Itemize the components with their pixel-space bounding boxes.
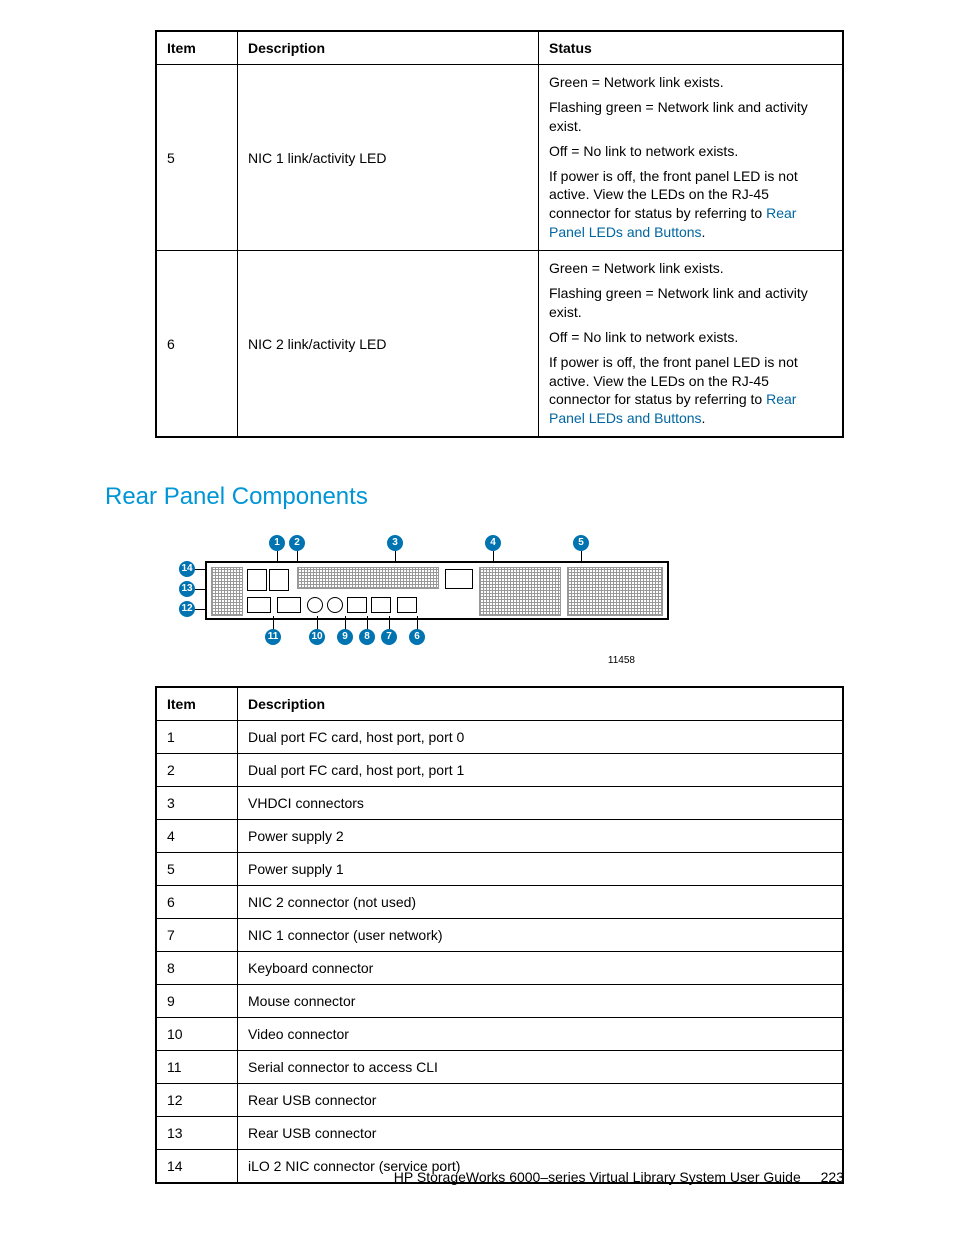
table2-header-description: Description bbox=[238, 687, 844, 721]
cell-description: NIC 2 connector (not used) bbox=[238, 886, 844, 919]
callout-11-icon: 11 bbox=[265, 629, 281, 645]
table-row: 12Rear USB connector bbox=[156, 1084, 843, 1117]
cell-description: Keyboard connector bbox=[238, 952, 844, 985]
table-row: 2Dual port FC card, host port, port 1 bbox=[156, 754, 843, 787]
cell-item: 7 bbox=[156, 919, 238, 952]
cell-item: 12 bbox=[156, 1084, 238, 1117]
cell-item: 5 bbox=[156, 853, 238, 886]
page-footer: HP StorageWorks 6000–series Virtual Libr… bbox=[394, 1169, 844, 1185]
rear-panel-components-table: Item Description 1Dual port FC card, hos… bbox=[155, 686, 844, 1184]
table-row: 4Power supply 2 bbox=[156, 820, 843, 853]
callout-6-icon: 6 bbox=[409, 629, 425, 645]
footer-title: HP StorageWorks 6000–series Virtual Libr… bbox=[394, 1169, 801, 1185]
cell-description: Mouse connector bbox=[238, 985, 844, 1018]
table-row: 8Keyboard connector bbox=[156, 952, 843, 985]
status-line: If power is off, the front panel LED is … bbox=[549, 167, 832, 243]
table2-header-item: Item bbox=[156, 687, 238, 721]
table1-header-status: Status bbox=[539, 31, 844, 65]
cell-item: 3 bbox=[156, 787, 238, 820]
cell-description: Dual port FC card, host port, port 1 bbox=[238, 754, 844, 787]
cell-description: VHDCI connectors bbox=[238, 787, 844, 820]
callout-4-icon: 4 bbox=[485, 535, 501, 551]
cell-description: Power supply 1 bbox=[238, 853, 844, 886]
diagram-id: 11458 bbox=[175, 655, 635, 666]
cell-item: 6 bbox=[156, 251, 238, 438]
cell-item: 10 bbox=[156, 1018, 238, 1051]
status-line: If power is off, the front panel LED is … bbox=[549, 353, 832, 429]
table1-header-item: Item bbox=[156, 31, 238, 65]
table-row: 6NIC 2 connector (not used) bbox=[156, 886, 843, 919]
callout-3-icon: 3 bbox=[387, 535, 403, 551]
status-line: Off = No link to network exists. bbox=[549, 142, 832, 161]
page-number: 223 bbox=[821, 1169, 844, 1185]
table-row: 5Power supply 1 bbox=[156, 853, 843, 886]
status-line: Flashing green = Network link and activi… bbox=[549, 284, 832, 322]
callout-14-icon: 14 bbox=[179, 561, 195, 577]
callout-1-icon: 1 bbox=[269, 535, 285, 551]
section-heading: Rear Panel Components bbox=[105, 483, 844, 511]
cell-description: Rear USB connector bbox=[238, 1084, 844, 1117]
cell-description: Power supply 2 bbox=[238, 820, 844, 853]
cell-item: 4 bbox=[156, 820, 238, 853]
callout-5-icon: 5 bbox=[573, 535, 589, 551]
cell-description: NIC 1 connector (user network) bbox=[238, 919, 844, 952]
status-line: Green = Network link exists. bbox=[549, 259, 832, 278]
cell-status: Green = Network link exists. Flashing gr… bbox=[539, 251, 844, 438]
callout-9-icon: 9 bbox=[337, 629, 353, 645]
callout-8-icon: 8 bbox=[359, 629, 375, 645]
table-row: 9Mouse connector bbox=[156, 985, 843, 1018]
table-row: 13Rear USB connector bbox=[156, 1117, 843, 1150]
table1-header-description: Description bbox=[238, 31, 539, 65]
cell-description: Rear USB connector bbox=[238, 1117, 844, 1150]
table-row: 10Video connector bbox=[156, 1018, 843, 1051]
callout-12-icon: 12 bbox=[179, 601, 195, 617]
cell-item: 14 bbox=[156, 1150, 238, 1184]
cell-item: 13 bbox=[156, 1117, 238, 1150]
status-line: Off = No link to network exists. bbox=[549, 328, 832, 347]
callout-10-icon: 10 bbox=[309, 629, 325, 645]
rear-panel-diagram: 1 2 3 4 5 14 13 12 11 10 9 8 bbox=[175, 521, 675, 651]
status-line: Green = Network link exists. bbox=[549, 73, 832, 92]
table-row: 5 NIC 1 link/activity LED Green = Networ… bbox=[156, 65, 843, 251]
table-row: 6 NIC 2 link/activity LED Green = Networ… bbox=[156, 251, 843, 438]
cell-description: NIC 1 link/activity LED bbox=[238, 65, 539, 251]
callout-13-icon: 13 bbox=[179, 581, 195, 597]
cell-description: Dual port FC card, host port, port 0 bbox=[238, 721, 844, 754]
table-row: 7NIC 1 connector (user network) bbox=[156, 919, 843, 952]
cell-item: 9 bbox=[156, 985, 238, 1018]
cell-description: NIC 2 link/activity LED bbox=[238, 251, 539, 438]
table-row: 11Serial connector to access CLI bbox=[156, 1051, 843, 1084]
table-row: 3VHDCI connectors bbox=[156, 787, 843, 820]
cell-item: 5 bbox=[156, 65, 238, 251]
cell-description: Video connector bbox=[238, 1018, 844, 1051]
cell-item: 8 bbox=[156, 952, 238, 985]
callout-2-icon: 2 bbox=[289, 535, 305, 551]
led-status-table: Item Description Status 5 NIC 1 link/act… bbox=[155, 30, 844, 438]
cell-item: 1 bbox=[156, 721, 238, 754]
table-row: 1Dual port FC card, host port, port 0 bbox=[156, 721, 843, 754]
cell-item: 2 bbox=[156, 754, 238, 787]
cell-item: 6 bbox=[156, 886, 238, 919]
status-line: Flashing green = Network link and activi… bbox=[549, 98, 832, 136]
cell-item: 11 bbox=[156, 1051, 238, 1084]
cell-status: Green = Network link exists. Flashing gr… bbox=[539, 65, 844, 251]
cell-description: Serial connector to access CLI bbox=[238, 1051, 844, 1084]
callout-7-icon: 7 bbox=[381, 629, 397, 645]
